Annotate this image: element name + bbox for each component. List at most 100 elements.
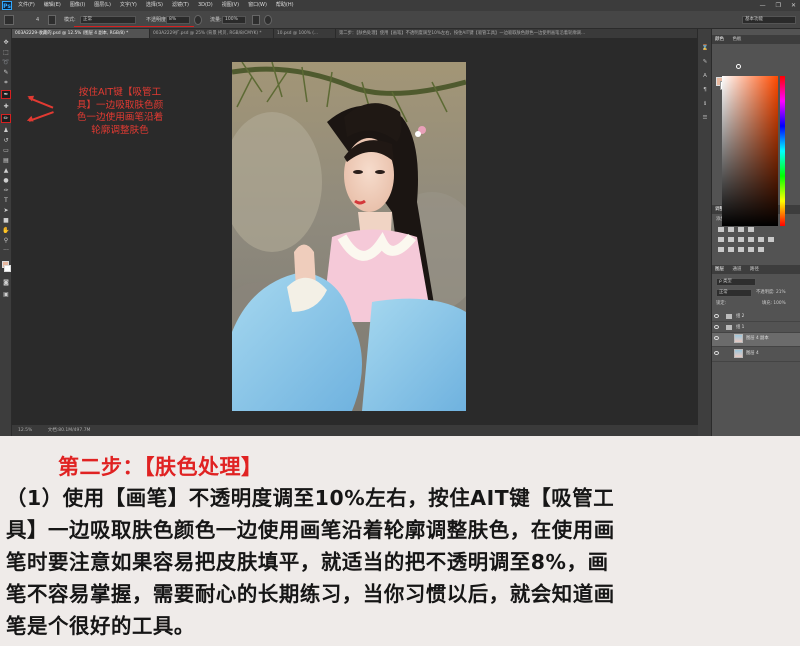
close-icon[interactable]: ✕ [791, 0, 796, 11]
visibility-eye-icon[interactable] [714, 325, 719, 329]
tab-document-4[interactable]: 第二步：【肤色处理】使用【画笔】不透明度调至10%左右，按住AIT键【吸管工具】… [336, 29, 698, 38]
gradient-tool-icon[interactable]: ▤ [2, 157, 10, 164]
menu-type[interactable]: 文字(Y) [120, 0, 137, 11]
tutorial-line-5: 笔是个很好的工具。 [6, 614, 195, 638]
dodge-tool-icon[interactable]: ● [2, 177, 10, 184]
threshold-icon[interactable] [738, 247, 744, 252]
stamp-tool-icon[interactable]: ♟ [2, 127, 10, 134]
more-tools-icon[interactable]: ··· [2, 247, 10, 254]
mode-select[interactable]: 正常 [80, 16, 136, 24]
workspace-select[interactable]: 基本功能 [742, 16, 796, 24]
brush-tool-icon[interactable] [4, 15, 14, 25]
path-select-tool-icon[interactable]: ➤ [2, 207, 10, 214]
exposure-icon[interactable] [748, 227, 754, 232]
pressure-opacity-icon[interactable] [194, 15, 202, 25]
color-picker-cursor[interactable] [736, 64, 741, 69]
layer-filter-select[interactable]: ρ 类型 [716, 278, 756, 286]
tab-document-3[interactable]: 10.psd @ 100% (... [274, 29, 336, 38]
hand-tool-icon[interactable]: ✋ [2, 227, 10, 234]
brush-tool-icon[interactable]: ✏ [1, 114, 11, 123]
menu-edit[interactable]: 编辑(E) [44, 0, 61, 11]
brush-panel-icon[interactable] [48, 15, 56, 25]
layer-row[interactable]: 组 2 [712, 311, 800, 322]
layer-row[interactable]: 组 1 [712, 322, 800, 333]
minimize-icon[interactable]: — [760, 0, 766, 11]
layer-row[interactable]: 图层 4 [712, 348, 800, 362]
tab-layers[interactable]: 图层 [715, 267, 724, 272]
menu-window[interactable]: 窗口(W) [248, 0, 267, 11]
menu-layer[interactable]: 图层(L) [94, 0, 111, 11]
curves-icon[interactable] [738, 227, 744, 232]
options-bar: 4 模式: 正常 不透明度: 8% 流量: 100% 基本功能 [0, 11, 800, 29]
layer-row-selected[interactable]: 图层 4 副本 [712, 333, 800, 347]
visibility-eye-icon[interactable] [714, 351, 719, 355]
history-icon[interactable]: ⌛ [701, 45, 709, 52]
visibility-eye-icon[interactable] [714, 336, 719, 340]
gradient-map-icon[interactable] [748, 247, 754, 252]
menu-3d[interactable]: 3D(D) [198, 0, 213, 11]
brush-size[interactable]: 4 [36, 11, 39, 29]
pen-tool-icon[interactable]: ✑ [2, 187, 10, 194]
layer-fill[interactable]: 填充: 100% [762, 300, 786, 308]
quick-mask-icon[interactable]: ◙ [2, 279, 10, 286]
quick-select-tool-icon[interactable]: ✎ [2, 69, 10, 76]
zoom-tool-icon[interactable]: ⚲ [2, 237, 10, 244]
airbrush-icon[interactable] [252, 15, 260, 25]
annotation-text: 按住AIT键【吸管工 具】一边吸取肤色颜 色一边使用画笔沿着 轮廓调整肤色 [56, 87, 184, 137]
background-color-swatch[interactable] [4, 265, 11, 272]
tab-document-2[interactable]: 003A2229扩.psd @ 25% (背景 拷贝, RGB/8/CMYK) … [150, 29, 274, 38]
selective-color-icon[interactable] [758, 247, 764, 252]
menu-filter[interactable]: 滤镜(T) [172, 0, 189, 11]
panel-icon-strip: ⌛ ✎ A ¶ ℹ ☰ [698, 29, 712, 436]
tab-document-1[interactable]: 003A2229-收藏的.psd @ 12.5% (图层 4 副本, RGB/8… [12, 29, 150, 38]
lasso-tool-icon[interactable]: ➰ [2, 59, 10, 66]
tab-color[interactable]: 颜色 [715, 37, 724, 42]
character-icon[interactable]: A [701, 73, 709, 80]
opacity-input[interactable]: 8% [166, 16, 190, 24]
tab-paths[interactable]: 路径 [750, 267, 759, 272]
levels-icon[interactable] [728, 227, 734, 232]
vibrance-icon[interactable] [718, 237, 724, 242]
eraser-tool-icon[interactable]: ▭ [2, 147, 10, 154]
history-brush-icon[interactable]: ↺ [2, 137, 10, 144]
color-balance-icon[interactable] [738, 237, 744, 242]
type-tool-icon[interactable]: T [2, 197, 10, 204]
healing-tool-icon[interactable]: ✚ [2, 103, 10, 110]
menu-view[interactable]: 视图(V) [222, 0, 239, 11]
properties-icon[interactable]: ☰ [701, 115, 709, 122]
info-icon[interactable]: ℹ [701, 101, 709, 108]
menu-select[interactable]: 选择(S) [146, 0, 163, 11]
posterize-icon[interactable] [728, 247, 734, 252]
zoom-level[interactable]: 12.5% [18, 428, 32, 433]
menu-file[interactable]: 文件(F) [18, 0, 35, 11]
blend-mode-select[interactable]: 正常 [716, 289, 752, 297]
visibility-eye-icon[interactable] [714, 314, 719, 318]
menu-image[interactable]: 图像(I) [70, 0, 85, 11]
restore-icon[interactable]: ❐ [776, 0, 781, 11]
marquee-tool-icon[interactable]: ⬚ [2, 49, 10, 56]
eyedropper-tool-icon[interactable]: ✒ [1, 90, 11, 99]
pressure-size-icon[interactable] [264, 15, 272, 25]
crop-tool-icon[interactable]: ⌗ [2, 79, 10, 86]
flow-input[interactable]: 100% [222, 16, 246, 24]
screen-mode-icon[interactable]: ▣ [2, 291, 10, 298]
shape-tool-icon[interactable]: ■ [2, 217, 10, 224]
step-title: 第二步：【肤色处理】 [58, 455, 263, 479]
canvas-photo[interactable] [232, 62, 466, 411]
blur-tool-icon[interactable]: ▲ [2, 167, 10, 174]
hue-slider[interactable] [780, 76, 785, 226]
paragraph-icon[interactable]: ¶ [701, 87, 709, 94]
brightness-icon[interactable] [718, 227, 724, 232]
tab-channels[interactable]: 通道 [732, 267, 741, 272]
tab-swatches[interactable]: 色板 [732, 37, 741, 42]
invert-icon[interactable] [718, 247, 724, 252]
menu-help[interactable]: 帮助(H) [276, 0, 294, 11]
brush-preset-icon[interactable]: ✎ [701, 59, 709, 66]
photo-filter-icon[interactable] [758, 237, 764, 242]
black-white-icon[interactable] [748, 237, 754, 242]
color-picker-field[interactable] [722, 76, 778, 226]
channel-mixer-icon[interactable] [768, 237, 774, 242]
hue-sat-icon[interactable] [728, 237, 734, 242]
layer-opacity[interactable]: 不透明度: 21% [756, 289, 786, 297]
move-tool-icon[interactable]: ✥ [2, 39, 10, 46]
